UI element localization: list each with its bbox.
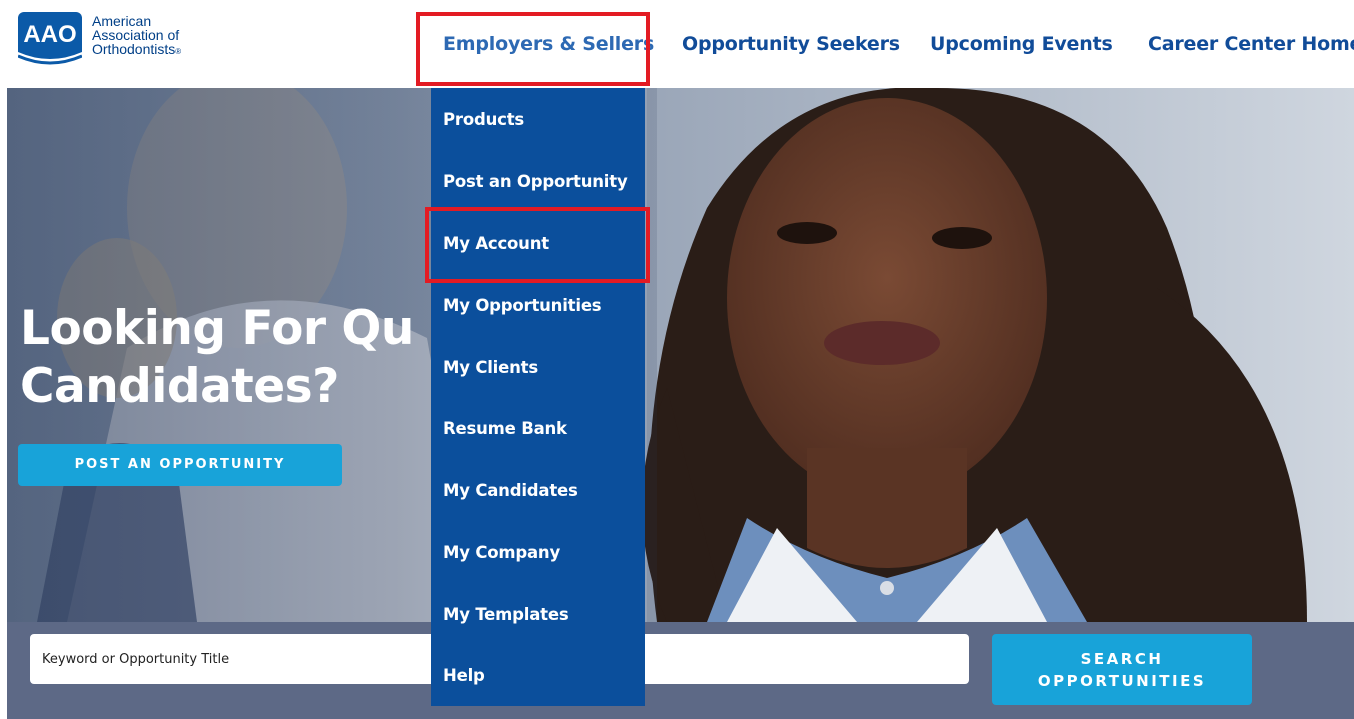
logo-wordmark: American Association of Orthodontists® [92,14,181,59]
highlight-box-employers [416,12,650,86]
menu-item-post-opportunity[interactable]: Post an Opportunity [443,172,628,191]
search-button-line-1: SEARCH [1080,649,1164,668]
nav-career-center-home[interactable]: Career Center Home [1148,33,1354,55]
menu-item-my-templates[interactable]: My Templates [443,605,569,624]
logo-line-1: American [92,13,152,29]
menu-item-resume-bank[interactable]: Resume Bank [443,419,567,438]
hero-headline: Looking For Qu Candidates? [20,300,414,416]
site-header: AAO American Association of Orthodontist… [0,0,1354,88]
search-opportunities-button[interactable]: SEARCH OPPORTUNITIES [992,634,1252,705]
hero-headline-line-1: Looking For Qu [20,301,414,356]
menu-item-my-candidates[interactable]: My Candidates [443,481,578,500]
svg-text:AAO: AAO [23,21,76,48]
post-opportunity-button[interactable]: POST AN OPPORTUNITY [18,444,342,486]
registered-mark: ® [175,47,182,56]
aao-logo[interactable]: AAO American Association of Orthodontist… [17,12,181,68]
logo-line-2: Association of [92,27,180,43]
aao-logo-icon: AAO [17,12,83,68]
menu-item-my-clients[interactable]: My Clients [443,358,538,377]
menu-item-help[interactable]: Help [443,666,485,685]
hero-banner: Looking For Qu Candidates? POST AN OPPOR… [7,88,1354,622]
menu-item-products[interactable]: Products [443,110,524,129]
search-button-line-2: OPPORTUNITIES [1037,671,1207,690]
highlight-box-my-account [425,207,650,283]
hero-headline-line-2: Candidates? [20,359,339,414]
nav-upcoming-events[interactable]: Upcoming Events [930,33,1113,55]
menu-item-my-opportunities[interactable]: My Opportunities [443,296,602,315]
search-band: SEARCH OPPORTUNITIES [7,622,1354,719]
nav-opportunity-seekers[interactable]: Opportunity Seekers [682,33,900,55]
menu-item-my-company[interactable]: My Company [443,543,560,562]
logo-line-3: Orthodontists® [92,41,182,57]
employers-dropdown-menu: Products Post an Opportunity My Account … [431,88,645,706]
